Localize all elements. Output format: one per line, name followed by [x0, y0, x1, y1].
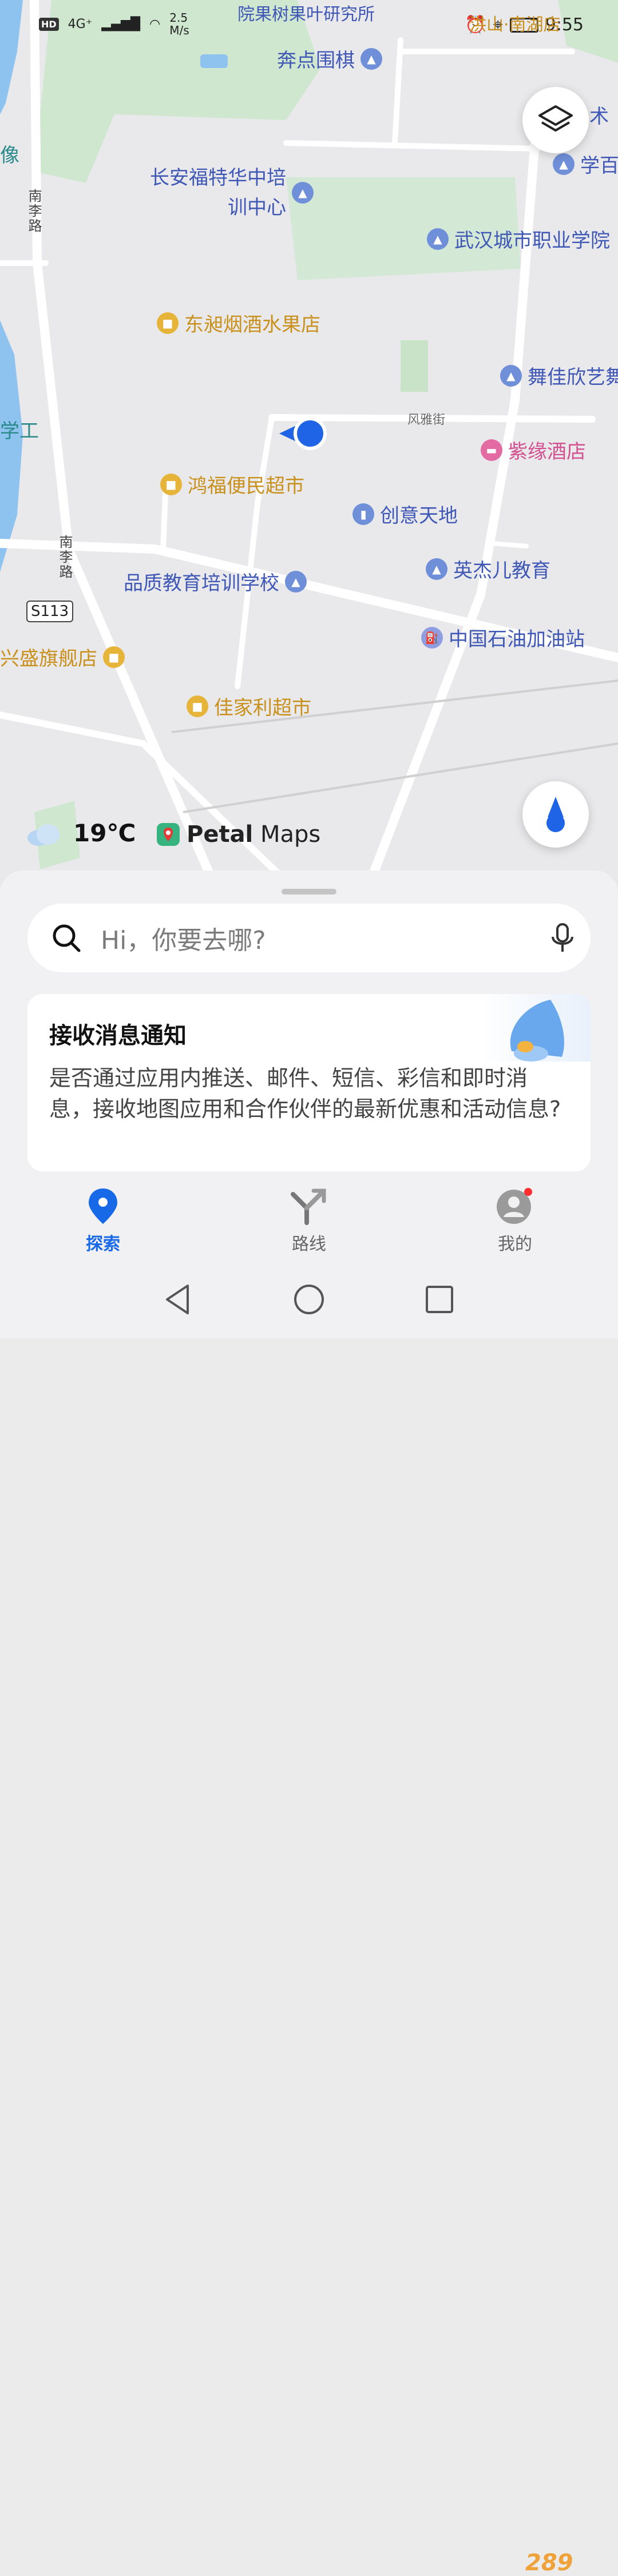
poi-item[interactable]: ■ 鸿福便民超市 [160, 470, 304, 498]
tab-label: 探索 [86, 1234, 120, 1254]
notification-dot [524, 1188, 532, 1196]
poi-item[interactable]: 术 [589, 101, 609, 129]
poi-item[interactable]: ▲ 学百 [553, 150, 618, 178]
search-input[interactable]: Hi，你要去哪? [101, 920, 266, 956]
tab-me[interactable]: 我的 [469, 1187, 561, 1255]
compass-icon [546, 797, 565, 832]
temperature: 19℃ [73, 819, 136, 847]
poi-item[interactable]: 品质教育培训学校 ▲ [124, 567, 307, 595]
poi-item[interactable]: ■ 佳家利超市 [187, 692, 311, 720]
poi-item[interactable]: ▲ 舞佳欣艺舞 [500, 361, 618, 389]
poi-item[interactable]: 兴盛旗舰店 ■ [0, 643, 125, 671]
poi-item[interactable]: ▮ 创意天地 [352, 500, 458, 528]
building-icon: ▮ [352, 503, 374, 525]
education-icon: ▲ [553, 153, 575, 175]
education-icon: ▲ [292, 182, 314, 204]
home-icon[interactable] [292, 1282, 326, 1317]
network-indicator: 4G⁺ [68, 17, 93, 31]
system-nav-bar: 289 [0, 1258, 618, 2576]
network-speed: 2.5 M/s [169, 11, 189, 37]
edge-label: 学工 [0, 420, 39, 443]
poi-top-partial-right: 洪山·南湖店 [469, 15, 561, 35]
tab-route[interactable]: 路线 [263, 1187, 355, 1255]
route-icon [291, 1188, 326, 1225]
shop-icon: ■ [187, 695, 208, 717]
location-pin-icon [89, 1188, 117, 1224]
recents-icon[interactable] [422, 1282, 457, 1317]
petal-maps-logo: Petal Maps [156, 821, 320, 848]
tab-label: 我的 [498, 1234, 532, 1254]
layers-button[interactable] [522, 87, 589, 153]
locate-button[interactable] [522, 781, 589, 848]
poi-item[interactable]: ▬ 紫缘酒店 [481, 436, 586, 464]
back-icon[interactable] [161, 1282, 196, 1317]
sheet-drag-handle[interactable] [282, 889, 336, 895]
gas-station-icon: ⛽ [421, 626, 443, 649]
poi-item[interactable]: ⛽ 中国石油加油站 [421, 623, 585, 651]
tab-label: 路线 [292, 1234, 326, 1254]
education-icon: ▲ [427, 228, 449, 250]
edge-label: 像 [0, 144, 19, 167]
tab-bar: 探索 路线 我的 [0, 1172, 618, 1258]
hotel-icon: ▬ [481, 439, 502, 461]
notification-card[interactable]: 接收消息通知 是否通过应用内推送、邮件、短信、彩信和即时消息，接收地图应用和合作… [27, 994, 591, 1171]
road-label: 风雅街 [407, 413, 446, 427]
route-shield: S113 [26, 601, 74, 622]
signal-icon: ▂▄▆█ [101, 17, 141, 31]
poi-item[interactable]: ▲ 武汉城市职业学院 [427, 225, 610, 253]
tab-explore[interactable]: 探索 [57, 1187, 149, 1255]
education-icon: ▲ [285, 570, 307, 593]
layers-icon [538, 105, 573, 132]
card-body: 是否通过应用内推送、邮件、短信、彩信和即时消息，接收地图应用和合作伙伴的最新优惠… [49, 1066, 561, 1122]
card-title: 接收消息通知 [49, 1023, 187, 1049]
poi-top-partial: 院果树果叶研究所 [237, 5, 375, 25]
cloud-icon [25, 822, 62, 846]
search-bar[interactable]: Hi，你要去哪? [27, 904, 591, 972]
poi-item[interactable]: 奔点围棋 ▲ [277, 45, 382, 73]
profile-icon [497, 1188, 532, 1224]
shop-icon: ■ [160, 473, 182, 495]
bell-icon [482, 994, 591, 1062]
education-icon: ▲ [426, 558, 447, 580]
microphone-icon[interactable] [548, 921, 577, 955]
wifi-icon: ◠ [149, 17, 161, 31]
road-label: 南李路 [57, 535, 73, 579]
road-label: 南李路 [26, 189, 42, 233]
weather-widget[interactable]: 19℃ [25, 819, 136, 847]
map-view[interactable]: HD 4G⁺ ▂▄▆█ ◠ 2.5 M/s ⏰ ⌖ 9:55 院果树果叶研究所 … [0, 0, 618, 892]
poi-item[interactable]: 长安福特华中培 训中心 ▲ [150, 163, 314, 222]
watermark-logo: 289 [525, 2550, 573, 2576]
hd-badge: HD [39, 17, 59, 31]
shop-icon: ■ [157, 312, 179, 334]
education-icon: ▲ [500, 364, 522, 387]
shop-icon: ■ [103, 646, 125, 668]
search-icon [53, 924, 81, 952]
petal-maps-icon [157, 823, 180, 846]
education-icon: ▲ [360, 47, 382, 70]
poi-item[interactable]: ▲ 英杰儿教育 [426, 555, 550, 583]
poi-item[interactable]: ■ 东昶烟酒水果店 [157, 309, 320, 337]
